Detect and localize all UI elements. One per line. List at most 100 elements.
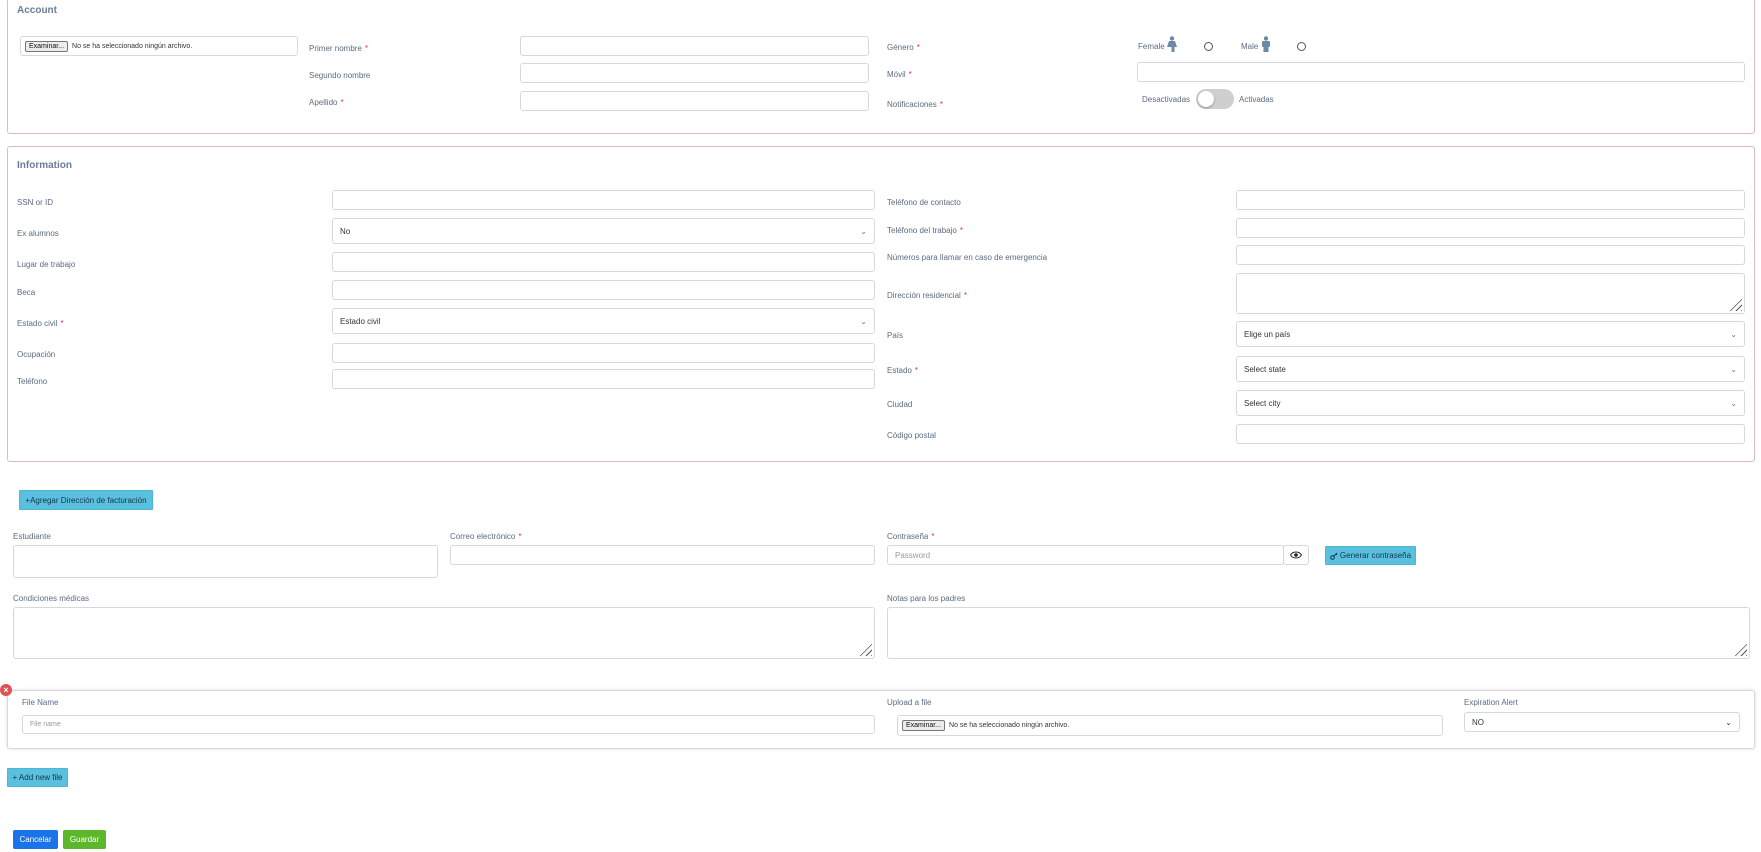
- resize-grip-icon[interactable]: [1728, 297, 1742, 311]
- city-select[interactable]: Select city ⌄: [1236, 390, 1745, 416]
- password-input[interactable]: Password: [887, 545, 1284, 565]
- marital-value: Estado civil: [340, 316, 381, 326]
- first-name-label: Primer nombre *: [309, 44, 369, 53]
- expiration-label: Expiration Alert: [1464, 698, 1518, 707]
- state-value: Select state: [1244, 364, 1286, 374]
- save-button[interactable]: Guardar: [63, 830, 106, 849]
- city-value: Select city: [1244, 398, 1281, 408]
- account-title: Account: [17, 5, 57, 16]
- scholarship-label: Beca: [17, 288, 36, 297]
- ssn-input[interactable]: [332, 190, 875, 210]
- gender-female-label: Female: [1138, 42, 1165, 51]
- zip-label: Código postal: [887, 431, 936, 440]
- email-label: Correo electrónico *: [450, 532, 522, 541]
- chevron-down-icon: ⌄: [1730, 329, 1737, 339]
- gender-male-radio[interactable]: [1297, 42, 1306, 51]
- key-icon: [1330, 552, 1338, 560]
- phone-label: Teléfono: [17, 377, 48, 386]
- upload-file-input[interactable]: Examinar... No se ha seleccionado ningún…: [897, 715, 1443, 736]
- upload-label: Upload a file: [887, 698, 932, 707]
- parent-notes-textarea[interactable]: [887, 607, 1750, 659]
- email-input[interactable]: [450, 545, 875, 565]
- gender-female-radio[interactable]: [1204, 42, 1213, 51]
- emergency-input[interactable]: [1236, 245, 1745, 265]
- upload-browse-button[interactable]: Examinar...: [902, 720, 946, 731]
- country-select[interactable]: Elige un país ⌄: [1236, 321, 1745, 347]
- resize-grip-icon[interactable]: [1733, 642, 1747, 656]
- generate-password-label: Generar contraseña: [1339, 551, 1412, 560]
- chevron-down-icon: ⌄: [860, 226, 867, 236]
- city-label: Ciudad: [887, 400, 913, 409]
- medical-label: Condiciones médicas: [13, 594, 90, 603]
- medical-textarea[interactable]: [13, 607, 875, 659]
- country-label: País: [887, 331, 904, 340]
- occupation-input[interactable]: [332, 343, 875, 363]
- add-new-file-button[interactable]: + Add new file: [7, 768, 68, 787]
- work-phone-label: Teléfono del trabajo *: [887, 226, 963, 235]
- workplace-input[interactable]: [332, 252, 875, 272]
- generate-password-button[interactable]: Generar contraseña: [1325, 546, 1416, 565]
- file-name-input[interactable]: File name: [22, 715, 875, 734]
- phone-input[interactable]: [332, 369, 875, 389]
- upload-file-status: No se ha seleccionado ningún archivo.: [949, 722, 1070, 729]
- add-billing-address-button[interactable]: +Agregar Dirección de facturación: [19, 490, 153, 510]
- toggle-knob: [1198, 91, 1214, 107]
- address-label: Dirección residencial *: [887, 291, 967, 300]
- notifications-on-label: Activadas: [1239, 95, 1274, 104]
- marital-select[interactable]: Estado civil ⌄: [332, 308, 875, 334]
- expiration-value: NO: [1472, 717, 1484, 727]
- country-value: Elige un país: [1244, 329, 1291, 339]
- alumni-label: Ex alumnos: [17, 229, 59, 238]
- mobile-input[interactable]: [1137, 62, 1745, 82]
- male-icon: [1262, 36, 1270, 52]
- resize-grip-icon[interactable]: [858, 642, 872, 656]
- last-name-input[interactable]: [520, 91, 869, 111]
- address-textarea[interactable]: [1236, 273, 1745, 314]
- chevron-down-icon: ⌄: [1730, 364, 1737, 374]
- show-password-button[interactable]: [1283, 545, 1309, 565]
- alumni-select[interactable]: No ⌄: [332, 218, 875, 244]
- gender-label: Género *: [887, 43, 920, 52]
- student-label: Estudiante: [13, 532, 51, 541]
- ssn-label: SSN or ID: [17, 198, 54, 207]
- remove-file-icon[interactable]: ×: [0, 684, 12, 696]
- notifications-label: Notificaciones *: [887, 100, 943, 109]
- mobile-label: Móvil *: [887, 70, 912, 79]
- emergency-label: Números para llamar en caso de emergenci…: [887, 253, 1048, 262]
- scholarship-input[interactable]: [332, 280, 875, 300]
- work-phone-input[interactable]: [1236, 218, 1745, 238]
- file-name-placeholder: File name: [30, 721, 61, 728]
- chevron-down-icon: ⌄: [860, 316, 867, 326]
- contact-phone-label: Teléfono de contacto: [887, 198, 961, 207]
- notifications-toggle[interactable]: [1196, 89, 1234, 109]
- first-name-input[interactable]: [520, 36, 869, 56]
- middle-name-input[interactable]: [520, 63, 869, 83]
- password-label: Contraseña *: [887, 532, 935, 541]
- eye-icon: [1290, 551, 1302, 559]
- notifications-off-label: Desactivadas: [1142, 95, 1191, 104]
- state-label: Estado *: [887, 366, 919, 375]
- expiration-select[interactable]: NO ⌄: [1464, 712, 1740, 732]
- cancel-button[interactable]: Cancelar: [13, 830, 58, 849]
- zip-input[interactable]: [1236, 424, 1745, 444]
- photo-browse-button[interactable]: Examinar...: [25, 40, 69, 52]
- marital-label: Estado civil *: [17, 319, 64, 328]
- alumni-value: No: [340, 226, 351, 236]
- photo-file-status: No se ha seleccionado ningún archivo.: [72, 42, 193, 50]
- workplace-label: Lugar de trabajo: [17, 260, 76, 269]
- information-title: Information: [17, 160, 72, 171]
- photo-file-input[interactable]: Examinar... No se ha seleccionado ningún…: [20, 36, 298, 56]
- file-name-label: File Name: [22, 698, 59, 707]
- student-input[interactable]: [13, 545, 438, 578]
- occupation-label: Ocupación: [17, 350, 56, 359]
- parent-notes-label: Notas para los padres: [887, 594, 966, 603]
- last-name-label: Apellido *: [309, 98, 344, 107]
- female-icon: [1167, 36, 1177, 52]
- chevron-down-icon: ⌄: [1725, 717, 1732, 727]
- contact-phone-input[interactable]: [1236, 190, 1745, 210]
- chevron-down-icon: ⌄: [1730, 398, 1737, 408]
- password-placeholder: Password: [895, 550, 931, 560]
- gender-male-label: Male: [1241, 42, 1259, 51]
- middle-name-label: Segundo nombre: [309, 71, 371, 80]
- state-select[interactable]: Select state ⌄: [1236, 356, 1745, 382]
